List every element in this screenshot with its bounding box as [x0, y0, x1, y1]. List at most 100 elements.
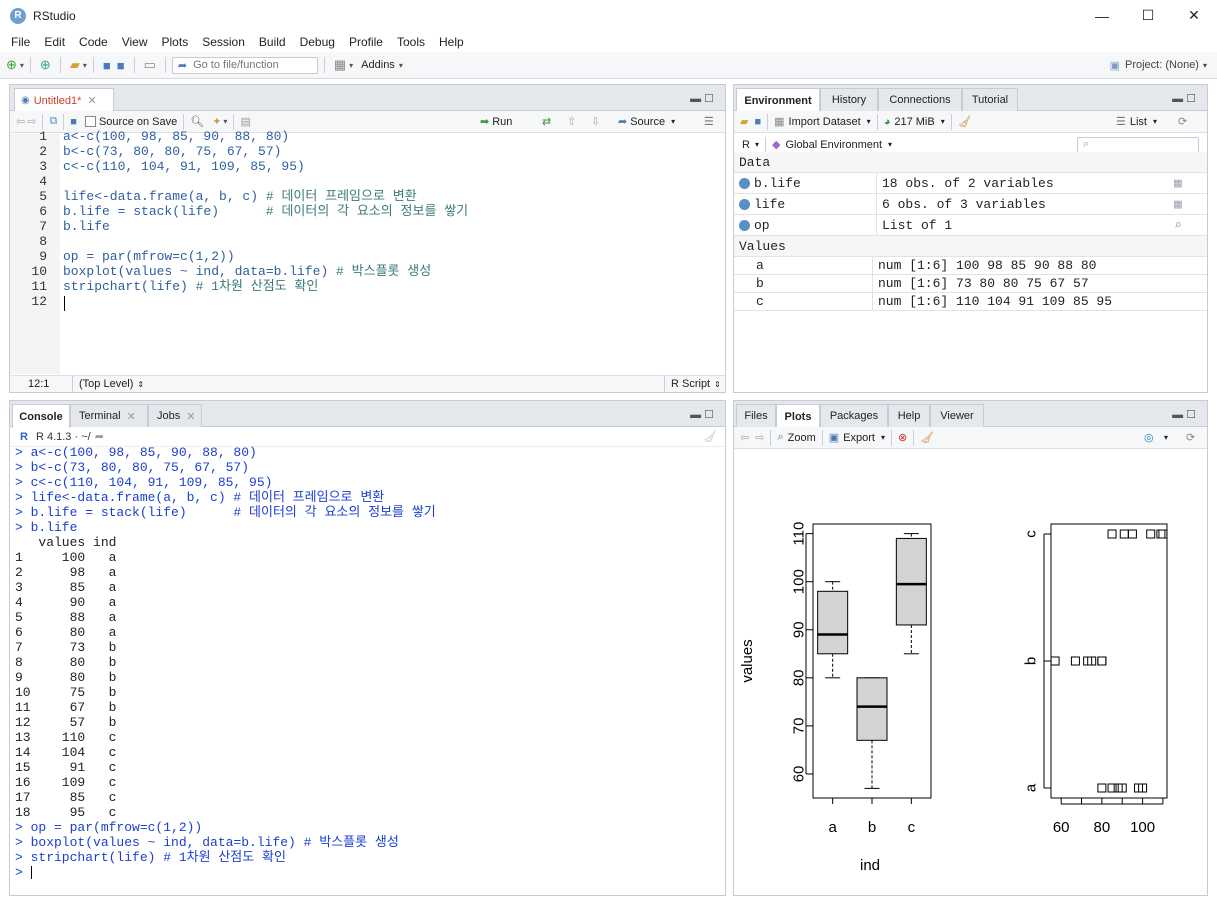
save-icon[interactable]: ■	[103, 58, 111, 73]
expand-icon[interactable]	[739, 198, 750, 210]
expand-icon[interactable]	[739, 219, 750, 231]
save-icon[interactable]: ■	[70, 116, 77, 128]
tab-help[interactable]: Help	[888, 404, 930, 427]
new-file-icon[interactable]: ⊕	[6, 57, 17, 73]
run-button[interactable]: ➡ Run	[480, 115, 512, 129]
project-menu[interactable]: ▣ Project: (None) ▾	[1110, 59, 1207, 72]
go-down-icon[interactable]: ⇩	[591, 115, 600, 128]
addins-menu[interactable]: Addins	[361, 59, 395, 71]
tab-connections[interactable]: Connections	[878, 88, 962, 111]
goto-file-input[interactable]: ➦ Go to file/function	[171, 56, 318, 74]
tab-plots[interactable]: Plots	[776, 404, 820, 428]
close-button[interactable]: ✕	[1171, 0, 1217, 31]
tab-packages[interactable]: Packages	[820, 404, 888, 427]
chevron-down-icon[interactable]: ▾	[349, 61, 353, 70]
pane-minmax-icon[interactable]: ▬☐	[1172, 408, 1199, 421]
close-tab-icon[interactable]: ✕	[127, 410, 136, 423]
clear-console-icon[interactable]: 🧹︎	[703, 430, 717, 443]
grid-layout-icon[interactable]: ▦	[334, 57, 346, 73]
refresh-icon[interactable]: ⟳	[1178, 115, 1187, 128]
expand-icon[interactable]	[739, 177, 750, 189]
env-row-life[interactable]: life 6 obs. of 3 variables ▦	[734, 193, 1207, 215]
source-button[interactable]: ➦ Source ▾	[618, 115, 675, 129]
publish-icon[interactable]: ◎	[1144, 431, 1154, 444]
minimize-button[interactable]: —	[1079, 0, 1125, 31]
menu-edit[interactable]: Edit	[37, 35, 72, 49]
magic-wand-icon[interactable]: ✦	[212, 115, 221, 128]
menu-view[interactable]: View	[115, 35, 155, 49]
env-row-c[interactable]: c num [1:6] 110 104 91 109 85 95	[734, 292, 1207, 311]
forward-icon[interactable]: ⇨	[755, 431, 764, 444]
go-to-directory-icon[interactable]: ➦	[95, 430, 104, 443]
close-tab-icon[interactable]: ✕	[186, 410, 195, 423]
broom-icon[interactable]: 🧹︎	[920, 431, 934, 444]
back-icon[interactable]: ⇦	[740, 431, 749, 444]
env-row-a[interactable]: a num [1:6] 100 98 85 90 88 80	[734, 256, 1207, 275]
env-row-b-life[interactable]: b.life 18 obs. of 2 variables ▦	[734, 172, 1207, 194]
console-output[interactable]: > a<-c(100, 98, 85, 90, 88, 80) > b<-c(73…	[15, 445, 720, 885]
menu-plots[interactable]: Plots	[155, 35, 196, 49]
back-icon[interactable]: ⇦	[16, 115, 25, 128]
tab-viewer[interactable]: Viewer	[930, 404, 984, 427]
source-on-save-checkbox[interactable]	[84, 116, 96, 127]
tab-files[interactable]: Files	[736, 404, 776, 427]
chevron-down-icon[interactable]: ▾	[20, 61, 24, 70]
compile-report-icon[interactable]: ▤	[240, 115, 250, 128]
new-project-icon[interactable]: ⊕	[40, 57, 51, 73]
pane-minmax-icon[interactable]: ▬☐	[690, 408, 717, 421]
tab-terminal[interactable]: Terminal ✕	[70, 404, 148, 427]
pane-minmax-icon[interactable]: ▬☐	[1172, 92, 1199, 105]
code-editor[interactable]: 1 2 3 4 5 6 7 8 9 10 11 12 a<-c(100, 98, 85, 90, 88…	[10, 129, 725, 374]
chevron-down-icon[interactable]: ▾	[1164, 433, 1168, 442]
env-row-b[interactable]: b num [1:6] 73 80 80 75 67 57	[734, 274, 1207, 293]
tab-untitled1[interactable]: ◉ Untitled1* ✕	[14, 88, 114, 112]
table-view-icon[interactable]: ▦	[1174, 197, 1182, 212]
outline-icon[interactable]: ☰	[704, 115, 714, 128]
zoom-button[interactable]: ⌕ Zoom	[777, 431, 815, 444]
menu-build[interactable]: Build	[252, 35, 293, 49]
menu-code[interactable]: Code	[72, 35, 115, 49]
remove-plot-icon[interactable]: ⊗	[898, 431, 907, 444]
open-folder-icon[interactable]: ▰	[70, 57, 80, 73]
search-icon[interactable]: 🔍︎	[190, 115, 204, 128]
chevron-down-icon[interactable]: ▾	[83, 61, 87, 70]
view-mode-selector[interactable]: ☰ List ▾	[1116, 115, 1157, 129]
env-row-op[interactable]: op List of 1 ⌕	[734, 214, 1207, 236]
import-dataset-button[interactable]: ▦ Import Dataset ▾	[774, 115, 871, 129]
table-view-icon[interactable]: ▦	[1174, 176, 1182, 191]
menu-profile[interactable]: Profile	[342, 35, 390, 49]
tab-console[interactable]: Console	[12, 404, 70, 428]
maximize-button[interactable]: ☐	[1125, 0, 1171, 31]
tab-environment[interactable]: Environment	[736, 88, 820, 112]
refresh-icon[interactable]: ⟳	[1186, 431, 1195, 444]
menu-debug[interactable]: Debug	[293, 35, 342, 49]
close-tab-icon[interactable]: ✕	[87, 94, 96, 107]
rerun-icon[interactable]: ⇄	[542, 115, 551, 128]
magnifier-icon[interactable]: ⌕	[1174, 218, 1182, 233]
load-workspace-icon[interactable]: ▰	[740, 115, 748, 128]
show-in-window-icon[interactable]: ⧉	[49, 115, 57, 128]
save-workspace-icon[interactable]: ■	[754, 116, 761, 128]
chevron-down-icon[interactable]: ▾	[223, 117, 227, 126]
forward-icon[interactable]: ⇨	[27, 115, 36, 128]
save-all-icon[interactable]: ■	[117, 58, 125, 73]
print-icon[interactable]: ▭	[144, 57, 156, 73]
menu-session[interactable]: Session	[195, 35, 252, 49]
broom-icon[interactable]: 🧹︎	[958, 115, 972, 128]
menu-file[interactable]: File	[4, 35, 37, 49]
scope-selector[interactable]: Global Environment	[785, 139, 882, 151]
pane-minmax-icon[interactable]: ▬☐	[690, 92, 717, 105]
scope-selector[interactable]: (Top Level)	[79, 378, 133, 390]
menu-help[interactable]: Help	[432, 35, 471, 49]
menu-tools[interactable]: Tools	[390, 35, 432, 49]
export-button[interactable]: ▣ Export ▾	[829, 431, 885, 445]
memory-usage[interactable]: ◕ 217 MiB ▾	[884, 116, 945, 128]
tab-jobs[interactable]: Jobs ✕	[148, 404, 202, 427]
file-type-selector[interactable]: R Script ⇕	[664, 376, 721, 392]
x-tick-label: 80	[1094, 819, 1111, 836]
code-text: b.life	[63, 219, 110, 234]
tab-tutorial[interactable]: Tutorial	[962, 88, 1018, 111]
tab-history[interactable]: History	[820, 88, 878, 111]
go-up-icon[interactable]: ⇧	[567, 115, 576, 128]
language-selector[interactable]: R	[742, 139, 750, 151]
